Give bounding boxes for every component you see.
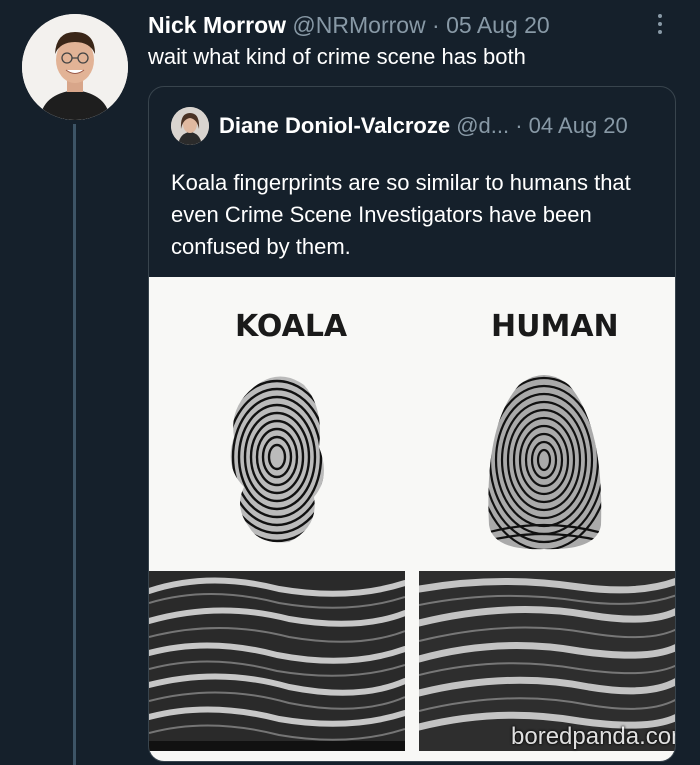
koala-label: KOALA [235,309,348,344]
quoted-tweet[interactable]: Diane Doniol-Valcroze @d... · 04 Aug 20 … [148,86,676,762]
quoted-author-name[interactable]: Diane Doniol-Valcroze [219,113,450,138]
thread-line [73,124,76,765]
more-vertical-icon[interactable] [650,10,670,38]
author-handle[interactable]: @NRMorrow [292,12,425,38]
quoted-handle[interactable]: @d... [456,113,509,138]
fingerprint-comparison-image[interactable]: KOALA HUMAN boredpanda.com [149,277,676,761]
author-name[interactable]: Nick Morrow [148,12,286,38]
tweet-header: Nick Morrow @NRMorrow · 05 Aug 20 [148,10,640,40]
human-label: HUMAN [491,309,619,344]
quoted-header: Diane Doniol-Valcroze @d... · 04 Aug 20 [219,111,661,141]
quoted-date[interactable]: 04 Aug 20 [529,113,628,138]
watermark: boredpanda.com [511,723,676,750]
quoted-avatar[interactable] [171,107,209,145]
koala-ridge-micrograph [149,571,405,751]
separator: · [509,113,529,138]
koala-fingerprint-image [230,376,324,543]
quoted-text: Koala fingerprints are so similar to hum… [171,170,631,259]
tweet-text: wait what kind of crime scene has both [148,44,526,69]
human-fingerprint-image [488,375,602,550]
avatar[interactable] [22,14,128,120]
separator: · [425,12,447,38]
tweet-date[interactable]: 05 Aug 20 [446,12,550,38]
